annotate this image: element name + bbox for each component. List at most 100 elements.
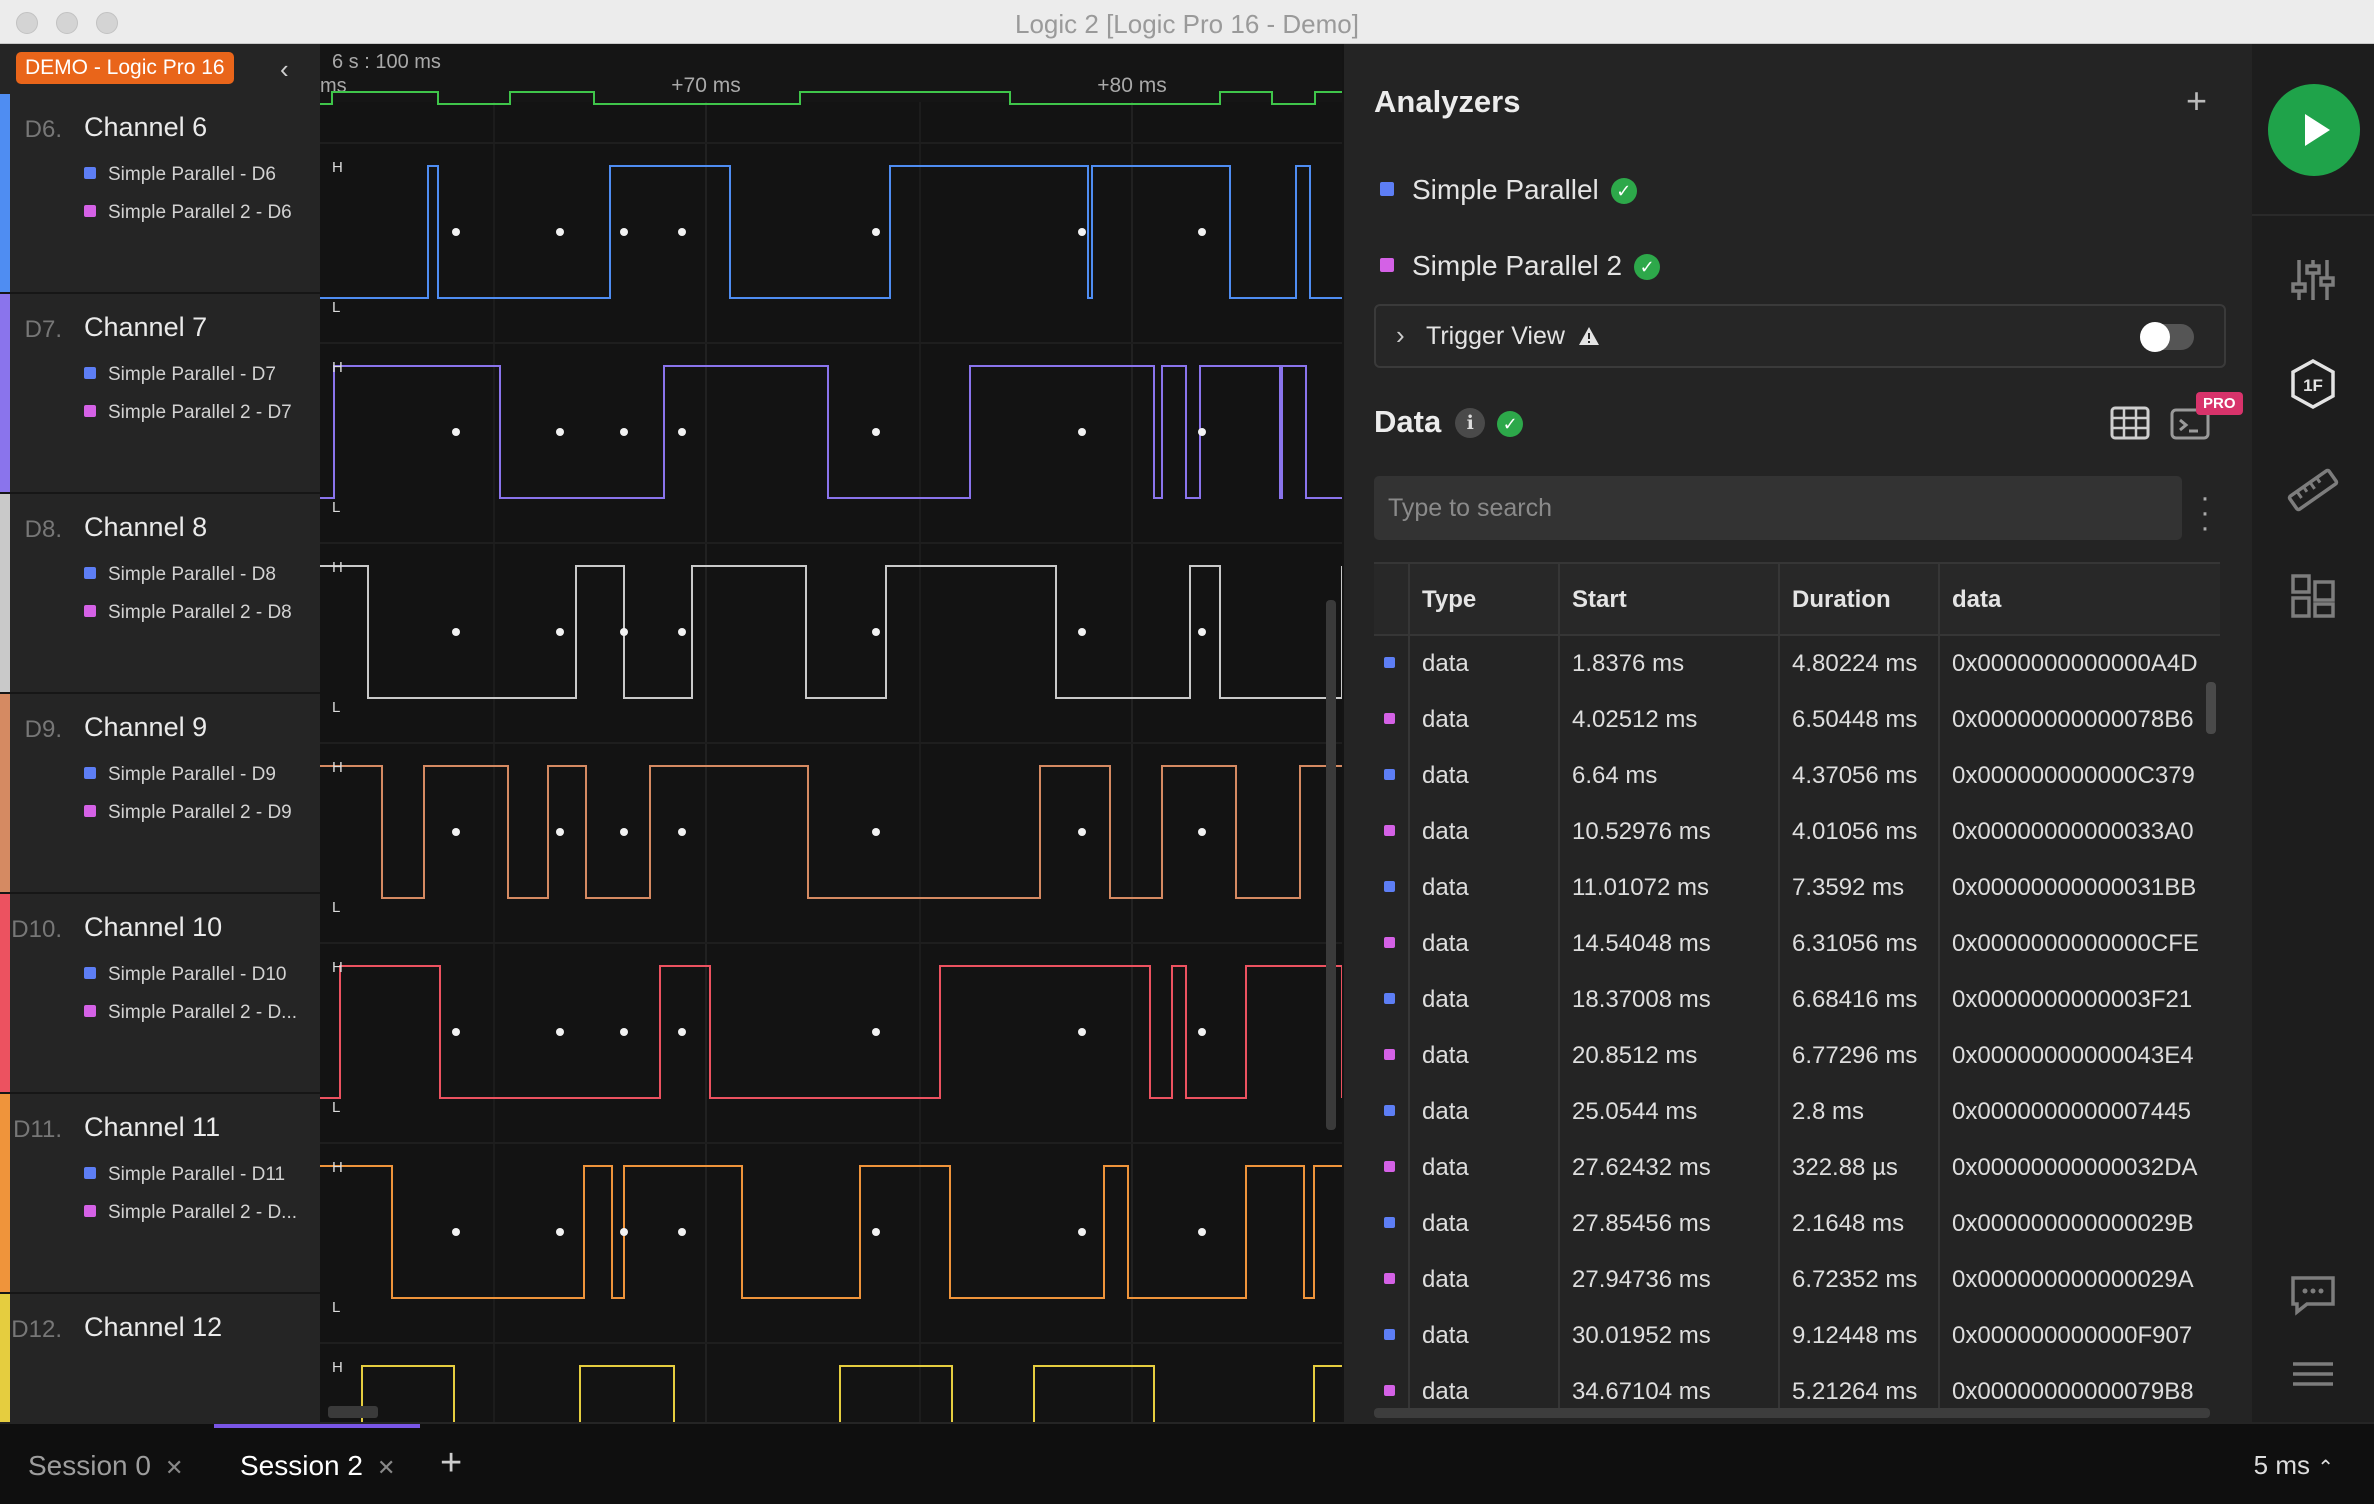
sample-marker [1078,1228,1086,1236]
table-row[interactable]: data 30.01952 ms 9.12448 ms 0x000000000000F… [1374,1308,2220,1364]
check-circle-icon: ✓ [1610,178,1637,204]
measure-ruler-icon[interactable] [2285,462,2341,518]
more-options-icon[interactable]: · · · [2200,483,2210,543]
cell-data: 0x0000000000007445 [1952,1098,2191,1125]
cell-duration: 6.77296 ms [1792,1042,1918,1069]
column-header-start[interactable]: Start [1572,586,1627,614]
channel-row-divider [320,342,1342,344]
channel-row[interactable]: D11. Channel 11 Simple Parallel - D11 Simpl… [0,1094,320,1294]
analyzer-item[interactable]: Simple Parallel 2 ✓ [1380,250,1661,282]
table-row[interactable]: data 1.8376 ms 4.80224 ms 0x0000000000000A4… [1374,636,2220,692]
channel-row[interactable]: D12. Channel 12 [0,1294,320,1422]
session-tab-active[interactable]: Session 2 ✕ [214,1424,420,1504]
waveform-low-label: L [332,1099,340,1116]
session-tab[interactable]: Session 0 ✕ [28,1424,208,1504]
channel-number: D9. [24,716,62,743]
table-grid-icon[interactable] [2110,406,2150,442]
channel-row[interactable]: D6. Channel 6 Simple Parallel - D6 Simple P… [0,94,320,294]
chevron-right-icon[interactable]: › [1396,320,1405,351]
channel-name[interactable]: Channel 6 [84,112,207,143]
sample-marker [872,628,880,636]
menu-hamburger-icon[interactable] [2285,1346,2341,1402]
channel-name[interactable]: Channel 10 [84,912,222,943]
table-horizontal-scrollbar[interactable] [1374,1408,2210,1418]
channel-row[interactable]: D7. Channel 7 Simple Parallel - D7 Simple P… [0,294,320,494]
table-row[interactable]: data 6.64 ms 4.37056 ms 0x000000000000C379 [1374,748,2220,804]
table-row[interactable]: data 11.01072 ms 7.3592 ms 0x00000000000031… [1374,860,2220,916]
table-row[interactable]: data 14.54048 ms 6.31056 ms 0x0000000000000… [1374,916,2220,972]
close-tab-icon[interactable]: ✕ [165,1455,183,1480]
sample-marker [872,228,880,236]
table-row[interactable]: data 10.52976 ms 4.01056 ms 0x0000000000003… [1374,804,2220,860]
waveform-area[interactable]: ms 6 s : 100 ms +70 ms +80 ms H L H L H L H L H L H L H [320,44,1342,1422]
table-row[interactable]: data 27.85456 ms 2.1648 ms 0x00000000000002… [1374,1196,2220,1252]
channel-name[interactable]: Channel 8 [84,512,207,543]
channel-name[interactable]: Channel 7 [84,312,207,343]
table-scrollbar-thumb[interactable] [2206,682,2216,734]
row-analyzer-swatch [1384,1273,1395,1284]
feedback-chat-icon[interactable] [2285,1266,2341,1322]
sample-marker [1078,228,1086,236]
data-search-input[interactable] [1374,476,2182,540]
zoom-level-selector[interactable]: 5 ms ⌃ [2254,1450,2334,1481]
layout-panels-icon[interactable] [2285,568,2341,624]
close-tab-icon[interactable]: ✕ [377,1455,395,1480]
session-tab-label: Session 0 [28,1450,151,1481]
table-row[interactable]: data 20.8512 ms 6.77296 ms 0x00000000000043… [1374,1028,2220,1084]
channel-waveform [361,1365,1342,1422]
table-row[interactable]: data 4.02512 ms 6.50448 ms 0x00000000000078… [1374,692,2220,748]
row-analyzer-swatch [1384,937,1395,948]
channel-analyzer-label: Simple Parallel 2 - D7 [84,402,292,424]
table-row[interactable]: data 34.67104 ms 5.21264 ms 0x0000000000007… [1374,1364,2220,1412]
cell-duration: 4.80224 ms [1792,650,1918,677]
column-header-data[interactable]: data [1952,586,2001,614]
channel-analyzer-label: Simple Parallel - D10 [84,964,286,986]
channel-name[interactable]: Channel 12 [84,1312,222,1343]
column-header-duration[interactable]: Duration [1792,586,1891,614]
channel-analyzer-label: Simple Parallel 2 - D6 [84,202,292,224]
start-capture-button[interactable] [2268,84,2360,176]
device-badge[interactable]: DEMO - Logic Pro 16 [16,52,234,84]
plus-icon: + [440,1442,463,1484]
table-row[interactable]: data 27.94736 ms 6.72352 ms 0x0000000000000… [1374,1252,2220,1308]
waveform-low-label: L [332,699,340,716]
collapse-sidebar-button[interactable]: ‹ [280,54,289,85]
add-analyzer-button[interactable]: + [2186,80,2207,122]
table-row[interactable]: data 27.62432 ms 322.88 µs 0x00000000000032… [1374,1140,2220,1196]
waveform-horizontal-scrollbar[interactable] [328,1406,378,1418]
analyzers-sliders-icon[interactable] [2285,252,2341,308]
channel-name[interactable]: Channel 11 [84,1112,220,1143]
cell-type: data [1422,1322,1469,1349]
channel-row[interactable]: D8. Channel 8 Simple Parallel - D8 Simple P… [0,494,320,694]
row-analyzer-swatch [1384,657,1395,668]
channel-row-divider [320,542,1342,544]
table-row[interactable]: data 18.37008 ms 6.68416 ms 0x0000000000003… [1374,972,2220,1028]
channel-number: D11. [13,1116,62,1143]
sample-marker [872,1228,880,1236]
channel-row[interactable]: D10. Channel 10 Simple Parallel - D10 Simpl… [0,894,320,1094]
sample-marker [678,428,686,436]
new-session-button[interactable]: + [440,1442,462,1485]
channel-waveform [320,565,1342,699]
sample-marker [872,428,880,436]
channel-number: D8. [24,516,62,543]
sample-marker [556,228,564,236]
analyzer-item[interactable]: Simple Parallel ✓ [1380,174,1637,206]
channel-name[interactable]: Channel 9 [84,712,207,743]
waveform-canvas[interactable]: ms6 s : 100 ms +70 ms +80 ms H L H L H L H L H L H L H [320,44,1342,1422]
sample-marker [452,1028,460,1036]
analyzer-color-swatch [1380,182,1394,196]
cell-data: 0x000000000000029A [1952,1266,2194,1293]
waveform-scrollbar-thumb[interactable] [1326,600,1336,1130]
table-row[interactable]: data 25.0544 ms 2.8 ms 0x0000000000007445 [1374,1084,2220,1140]
channel-row[interactable]: D9. Channel 9 Simple Parallel - D9 Simple P… [0,694,320,894]
cell-type: data [1422,1378,1469,1405]
info-icon[interactable]: i [1455,408,1486,438]
extensions-hexagon-icon[interactable]: 1F [2285,356,2341,412]
column-header-type[interactable]: Type [1422,586,1476,614]
row-analyzer-swatch [1384,1105,1395,1116]
trigger-view-toggle[interactable] [2140,322,2194,352]
svg-text:1F: 1F [2303,376,2323,395]
sample-marker [1198,1028,1206,1036]
trigger-view-row[interactable]: › Trigger View [1374,304,2226,368]
